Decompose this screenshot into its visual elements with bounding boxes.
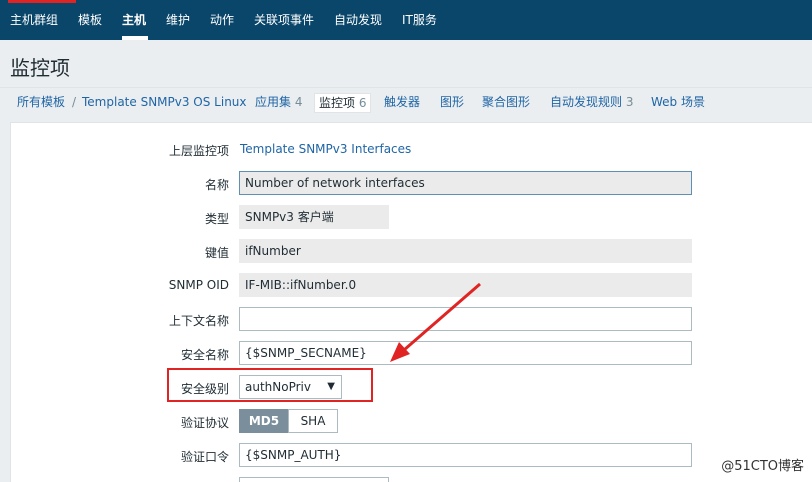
tab-graphs[interactable]: 图形	[440, 93, 464, 113]
nav-actions[interactable]: 动作	[210, 0, 234, 40]
page-header: 监控项	[0, 40, 812, 88]
key-field[interactable]: ifNumber	[239, 239, 692, 263]
snmp-oid-label: SNMP OID	[168, 278, 229, 292]
nav-discovery[interactable]: 自动发现	[334, 0, 382, 40]
auth-protocol-label: 验证协议	[180, 416, 229, 430]
nav-it-services[interactable]: IT服务	[402, 0, 437, 40]
page-title: 监控项	[10, 56, 70, 80]
tab-applications[interactable]: 应用集 4	[255, 93, 302, 113]
tab-screens[interactable]: 聚合图形	[482, 93, 530, 113]
auth-passphrase-input[interactable]: {$SNMP_AUTH}	[239, 443, 692, 467]
type-label: 类型	[204, 212, 229, 226]
auth-protocol-sha[interactable]: SHA	[288, 409, 338, 433]
annotation-highlight-box	[167, 368, 373, 402]
name-field[interactable]: Number of network interfaces	[239, 171, 692, 195]
tab-applications-label: 应用集	[255, 95, 292, 109]
next-field-partial[interactable]	[239, 477, 389, 482]
tab-discovery-rules[interactable]: 自动发现规则 3	[550, 93, 633, 113]
watermark: @51CTO博客	[721, 459, 804, 474]
nav-event-correlation[interactable]: 关联项事件	[254, 0, 314, 40]
breadcrumb-template[interactable]: Template SNMPv3 OS Linux	[82, 93, 247, 113]
breadcrumb: 所有模板 / Template SNMPv3 OS Linux 应用集 4 监控…	[0, 88, 812, 116]
key-label: 键值	[204, 246, 229, 260]
auth-passphrase-label: 验证口令	[180, 450, 229, 464]
nav-maintenance[interactable]: 维护	[166, 0, 190, 40]
tab-discovery-rules-count: 3	[625, 95, 634, 109]
parent-item-link[interactable]: Template SNMPv3 Interfaces	[240, 142, 411, 156]
parent-item-label: 上层监控项	[168, 144, 229, 158]
nav-hosts[interactable]: 主机	[122, 0, 146, 40]
breadcrumb-separator: /	[72, 95, 77, 109]
tab-items[interactable]: 监控项 6	[314, 93, 372, 113]
nav-templates[interactable]: 模板	[78, 0, 102, 40]
snmp-oid-field[interactable]: IF-MIB::ifNumber.0	[239, 273, 692, 297]
context-name-input[interactable]	[239, 307, 692, 331]
tab-triggers[interactable]: 触发器	[384, 93, 420, 113]
tab-web-scenarios[interactable]: Web 场景	[651, 93, 705, 113]
tab-discovery-rules-label: 自动发现规则	[550, 95, 623, 109]
security-name-input[interactable]: {$SNMP_SECNAME}	[239, 341, 692, 365]
tab-applications-count: 4	[294, 95, 303, 109]
auth-protocol-md5[interactable]: MD5	[239, 409, 289, 433]
name-label: 名称	[204, 178, 229, 192]
security-name-label: 安全名称	[180, 348, 229, 362]
context-name-label: 上下文名称	[168, 314, 229, 328]
nav-host-groups[interactable]: 主机群组	[10, 0, 58, 40]
tab-items-label: 监控项	[319, 96, 356, 110]
top-navigation-bar: 主机群组 模板 主机 维护 动作 关联项事件 自动发现 IT服务	[0, 0, 812, 40]
breadcrumb-all-templates[interactable]: 所有模板	[17, 93, 65, 113]
type-field[interactable]: SNMPv3 客户端	[239, 205, 389, 229]
tab-items-count: 6	[358, 96, 367, 110]
